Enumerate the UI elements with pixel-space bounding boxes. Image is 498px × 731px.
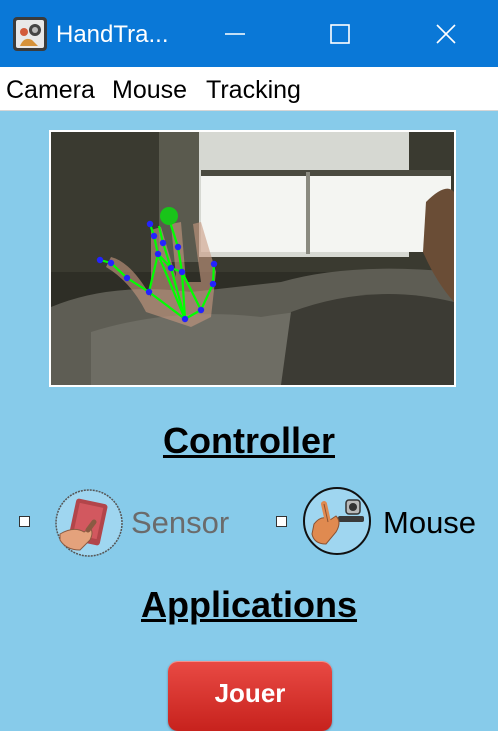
webcam-image — [51, 132, 454, 385]
webcam-app-icon[interactable] — [12, 16, 48, 52]
hand-webcam-icon — [303, 487, 371, 555]
maximize-icon — [330, 23, 350, 44]
controller-heading: Controller — [162, 420, 335, 461]
menu-mouse[interactable]: Mouse — [112, 75, 187, 105]
mouse-checkbox[interactable] — [276, 516, 287, 527]
applications-heading: Applications — [140, 584, 358, 625]
play-button[interactable]: Jouer — [168, 661, 332, 731]
title-bar: HandTra... — [0, 0, 498, 67]
window-title: HandTra... — [56, 21, 169, 48]
camera-feed — [49, 130, 456, 387]
sensor-label: Sensor — [131, 505, 230, 540]
menu-bar: Camera Mouse Tracking — [0, 67, 498, 111]
close-button[interactable] — [411, 0, 481, 67]
close-icon — [436, 23, 456, 44]
sensor-checkbox[interactable] — [19, 516, 30, 527]
minimize-icon — [225, 32, 245, 35]
maximize-button[interactable] — [305, 0, 375, 67]
tablet-touch-icon — [55, 489, 123, 557]
menu-camera[interactable]: Camera — [6, 75, 95, 105]
mouse-label: Mouse — [383, 505, 477, 540]
menu-tracking[interactable]: Tracking — [206, 75, 301, 105]
minimize-button[interactable] — [200, 0, 270, 67]
